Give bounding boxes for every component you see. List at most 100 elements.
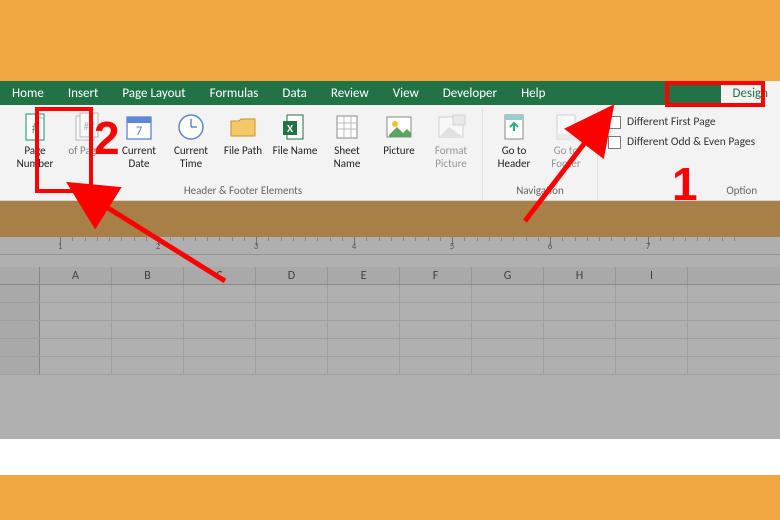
- row-header[interactable]: [0, 339, 40, 356]
- column-header[interactable]: E: [328, 267, 400, 284]
- cell[interactable]: [184, 321, 256, 338]
- goto-header-button[interactable]: Go to Header: [489, 109, 539, 170]
- cell[interactable]: [112, 339, 184, 356]
- folder-icon: [227, 111, 259, 143]
- cell[interactable]: [112, 357, 184, 374]
- ribbon-tabs: Home Insert Page Layout Formulas Data Re…: [0, 81, 780, 105]
- cell[interactable]: [400, 357, 472, 374]
- row-header[interactable]: [0, 303, 40, 320]
- cell[interactable]: [616, 339, 688, 356]
- cell[interactable]: [328, 339, 400, 356]
- ribbon: # Page Number ## of Pages 7 Current Date: [0, 105, 780, 201]
- cell[interactable]: [616, 303, 688, 320]
- cell[interactable]: [544, 357, 616, 374]
- cell[interactable]: [544, 339, 616, 356]
- column-header[interactable]: F: [400, 267, 472, 284]
- cell[interactable]: [40, 339, 112, 356]
- cell[interactable]: [112, 285, 184, 302]
- cell[interactable]: [256, 357, 328, 374]
- column-header[interactable]: C: [184, 267, 256, 284]
- file-name-label: File Name: [273, 145, 318, 158]
- cell[interactable]: [472, 357, 544, 374]
- page-number-icon: #: [19, 111, 51, 143]
- cell[interactable]: [472, 339, 544, 356]
- group-navigation: Go to Header Go to Footer Navigation: [483, 109, 598, 200]
- sheet-name-button[interactable]: Sheet Name: [322, 109, 372, 170]
- cell[interactable]: [544, 285, 616, 302]
- tab-view[interactable]: View: [381, 81, 431, 105]
- column-header[interactable]: I: [616, 267, 688, 284]
- cell[interactable]: [472, 285, 544, 302]
- group-label-options: Option: [726, 182, 759, 200]
- cell[interactable]: [256, 303, 328, 320]
- cell[interactable]: [328, 303, 400, 320]
- svg-text:7: 7: [136, 124, 143, 139]
- cell[interactable]: [400, 303, 472, 320]
- select-all-corner[interactable]: [0, 267, 40, 284]
- different-first-page-checkbox[interactable]: Different First Page: [608, 115, 755, 129]
- cell[interactable]: [184, 285, 256, 302]
- tab-developer[interactable]: Developer: [431, 81, 509, 105]
- tab-review[interactable]: Review: [319, 81, 381, 105]
- cell[interactable]: [544, 303, 616, 320]
- cell[interactable]: [328, 357, 400, 374]
- cell[interactable]: [40, 321, 112, 338]
- cell[interactable]: [256, 285, 328, 302]
- tab-formulas[interactable]: Formulas: [198, 81, 271, 105]
- row-header[interactable]: [0, 357, 40, 374]
- column-header[interactable]: H: [544, 267, 616, 284]
- picture-button[interactable]: Picture: [374, 109, 424, 158]
- current-date-button[interactable]: 7 Current Date: [114, 109, 164, 170]
- sheet-name-label: Sheet Name: [322, 145, 372, 170]
- row-header[interactable]: [0, 285, 40, 302]
- row-header[interactable]: [0, 321, 40, 338]
- cell[interactable]: [616, 285, 688, 302]
- column-headers: A B C D E F G H I: [0, 267, 780, 285]
- cell[interactable]: [616, 357, 688, 374]
- cell[interactable]: [400, 321, 472, 338]
- current-time-button[interactable]: Current Time: [166, 109, 216, 170]
- cell[interactable]: [112, 303, 184, 320]
- page-number-button[interactable]: # Page Number: [10, 109, 60, 170]
- horizontal-ruler: 1234567: [0, 237, 780, 255]
- cell[interactable]: [256, 321, 328, 338]
- cell[interactable]: [184, 303, 256, 320]
- different-odd-even-checkbox[interactable]: Different Odd & Even Pages: [608, 135, 755, 149]
- cell[interactable]: [616, 321, 688, 338]
- cell[interactable]: [40, 285, 112, 302]
- page-number-label: Page Number: [10, 145, 60, 170]
- tab-home[interactable]: Home: [0, 81, 56, 105]
- group-options: Different First Page Different Odd & Eve…: [598, 109, 765, 200]
- tab-design[interactable]: Design: [721, 81, 780, 105]
- cell[interactable]: [184, 357, 256, 374]
- cell[interactable]: [472, 303, 544, 320]
- tab-page-layout[interactable]: Page Layout: [110, 81, 197, 105]
- cell[interactable]: [400, 339, 472, 356]
- column-header[interactable]: A: [40, 267, 112, 284]
- cell[interactable]: [328, 285, 400, 302]
- cell[interactable]: [184, 339, 256, 356]
- cell[interactable]: [40, 303, 112, 320]
- cell[interactable]: [112, 321, 184, 338]
- cell[interactable]: [328, 321, 400, 338]
- format-picture-button[interactable]: Format Picture: [426, 109, 476, 170]
- column-header[interactable]: B: [112, 267, 184, 284]
- number-of-pages-button[interactable]: ## of Pages: [62, 109, 112, 158]
- tab-insert[interactable]: Insert: [56, 81, 111, 105]
- cell[interactable]: [472, 321, 544, 338]
- file-path-button[interactable]: File Path: [218, 109, 268, 158]
- sheet-icon: [331, 111, 363, 143]
- tab-data[interactable]: Data: [270, 81, 319, 105]
- goto-header-label: Go to Header: [489, 145, 539, 170]
- file-path-label: File Path: [224, 145, 262, 158]
- cell[interactable]: [256, 339, 328, 356]
- column-header[interactable]: G: [472, 267, 544, 284]
- tab-help[interactable]: Help: [509, 81, 557, 105]
- cell[interactable]: [544, 321, 616, 338]
- cell[interactable]: [400, 285, 472, 302]
- column-header[interactable]: D: [256, 267, 328, 284]
- format-picture-label: Format Picture: [426, 145, 476, 170]
- file-name-button[interactable]: X File Name: [270, 109, 320, 158]
- cell[interactable]: [40, 357, 112, 374]
- goto-footer-button[interactable]: Go to Footer: [541, 109, 591, 170]
